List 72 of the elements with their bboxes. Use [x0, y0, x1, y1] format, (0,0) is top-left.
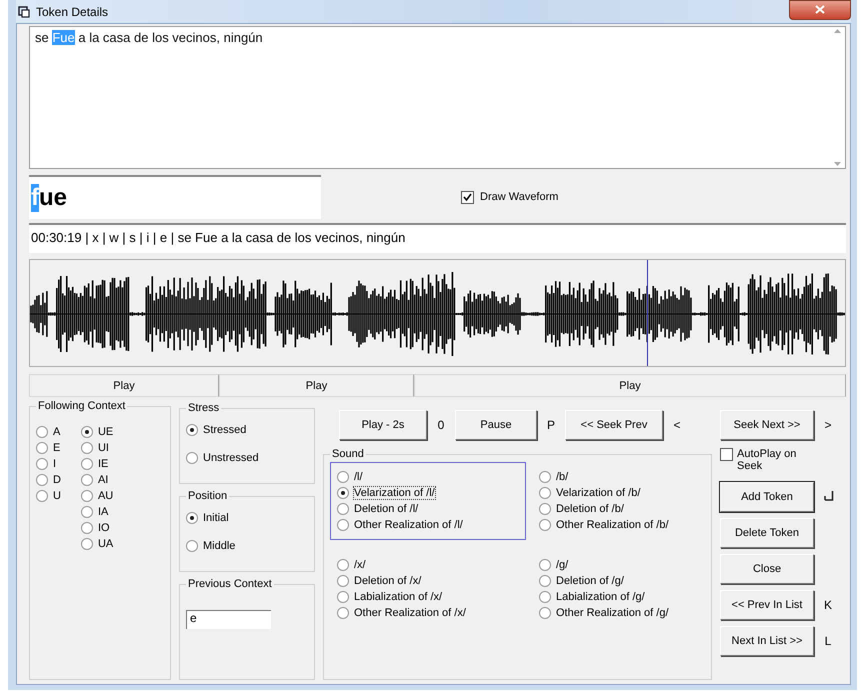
close-icon — [815, 5, 825, 14]
radio-option[interactable]: /b/ — [539, 469, 698, 485]
hotkey-label: P — [546, 418, 556, 432]
radio-option[interactable]: Other Realization of /x/ — [337, 605, 519, 621]
check-icon — [463, 192, 472, 202]
autoplay-checkbox[interactable]: AutoPlay on Seek — [720, 448, 812, 472]
play-button[interactable]: Play — [29, 374, 219, 397]
hotkey-label: L — [824, 634, 832, 648]
radio-option[interactable]: IO — [80, 520, 114, 536]
radio-option[interactable]: Velarization of /l/ — [337, 485, 519, 501]
radio-option[interactable]: Other Realization of /g/ — [539, 605, 698, 621]
radio-option[interactable]: UE — [80, 424, 114, 440]
radio-option[interactable]: Deletion of /g/ — [539, 573, 698, 589]
scroll-down-icon[interactable] — [834, 162, 840, 166]
window-icon — [18, 6, 30, 18]
action-button[interactable]: Add Token — [720, 482, 814, 512]
radio-option[interactable]: I — [36, 456, 61, 472]
play-button[interactable]: Play — [414, 374, 846, 397]
transport-button[interactable]: << Seek Prev — [565, 410, 663, 440]
radio-option[interactable]: Middle — [186, 532, 308, 560]
context-field[interactable]: 00:30:19 | x | w | s | i | e | se Fue a la casa de los vecinos, ningún — [29, 223, 846, 253]
transcript-text: se Fue a la casa de los vecinos, ningún — [34, 29, 264, 47]
radio-option[interactable]: D — [36, 472, 61, 488]
draw-waveform-checkbox[interactable]: Draw Waveform — [461, 190, 558, 204]
window-title: Token Details — [36, 4, 108, 18]
radio-option[interactable]: UI — [80, 440, 114, 456]
group-title: Previous Context — [187, 578, 273, 590]
token-field[interactable]: fue — [29, 175, 321, 219]
radio-option[interactable]: AU — [80, 488, 114, 504]
radio-option[interactable]: Labialization of /x/ — [337, 589, 519, 605]
hotkey-label: K — [822, 598, 833, 612]
radio-option[interactable]: UA — [80, 536, 114, 552]
radio-option[interactable]: Initial — [186, 504, 308, 532]
radio-option[interactable]: Deletion of /b/ — [539, 501, 698, 517]
seek-next-button[interactable]: Seek Next >> — [720, 410, 814, 440]
scroll-up-icon[interactable] — [834, 29, 840, 33]
radio-option[interactable]: AI — [80, 472, 114, 488]
transport-button[interactable]: Play - 2s — [339, 410, 427, 440]
action-button[interactable]: Delete Token — [720, 518, 814, 548]
radio-option[interactable]: IA — [80, 504, 114, 520]
close-button[interactable] — [789, 0, 851, 20]
radio-option[interactable]: /x/ — [337, 557, 519, 573]
hotkey-label: > — [823, 418, 832, 432]
enter-key-icon — [824, 491, 834, 503]
radio-option[interactable]: /l/ — [337, 469, 519, 485]
radio-option[interactable]: Unstressed — [186, 444, 308, 472]
transport-button[interactable]: Pause — [455, 410, 537, 440]
radio-option[interactable]: Velarization of /b/ — [539, 485, 698, 501]
radio-option[interactable]: Stressed — [186, 416, 308, 444]
radio-option[interactable]: U — [36, 488, 61, 504]
previous-context-field[interactable]: e — [186, 610, 271, 629]
group-title: Stress — [187, 402, 220, 414]
group-title: Following Context — [37, 400, 126, 412]
hotkey-label: < — [672, 418, 682, 432]
play-button[interactable]: Play — [219, 374, 414, 397]
radio-option[interactable]: Other Realization of /b/ — [539, 517, 698, 533]
action-button[interactable]: << Prev In List — [720, 590, 814, 620]
radio-option[interactable]: Labialization of /g/ — [539, 589, 698, 605]
radio-option[interactable]: /g/ — [539, 557, 698, 573]
radio-option[interactable]: Deletion of /x/ — [337, 573, 519, 589]
action-button[interactable]: Next In List >> — [720, 626, 814, 656]
transcript-box[interactable]: se Fue a la casa de los vecinos, ningún — [29, 26, 846, 169]
radio-option[interactable]: Other Realization of /l/ — [337, 517, 519, 533]
radio-option[interactable]: IE — [80, 456, 114, 472]
radio-option[interactable]: E — [36, 440, 61, 456]
radio-option[interactable]: A — [36, 424, 61, 440]
hotkey-label: 0 — [436, 418, 446, 432]
group-title: Position — [187, 490, 228, 502]
radio-option[interactable]: Deletion of /l/ — [337, 501, 519, 517]
playhead-line[interactable] — [646, 260, 648, 366]
action-button[interactable]: Close — [720, 554, 814, 584]
group-title: Sound — [331, 448, 365, 460]
